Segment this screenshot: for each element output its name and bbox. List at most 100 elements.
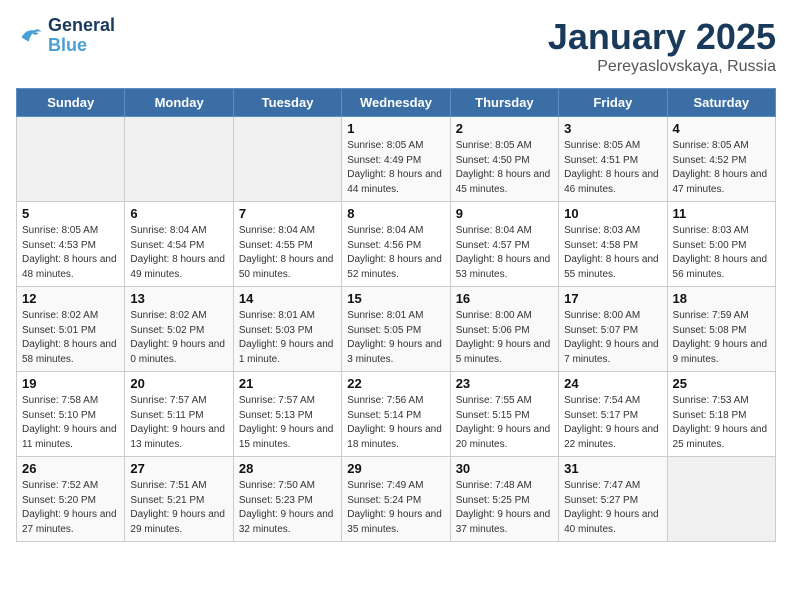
weekday-header: Friday xyxy=(559,89,667,117)
day-number: 10 xyxy=(564,206,661,221)
calendar-subtitle: Pereyaslovskaya, Russia xyxy=(548,58,776,76)
calendar-cell: 19Sunrise: 7:58 AMSunset: 5:10 PMDayligh… xyxy=(17,372,125,457)
calendar-cell: 25 Sunrise: 7:53 AMSunset: 5:18 PMDayligh… xyxy=(667,372,775,457)
calendar-body: 1 Sunrise: 8:05 AMSunset: 4:49 PMDaylight… xyxy=(17,117,776,542)
calendar-cell: 15Sunrise: 8:01 AMSunset: 5:05 PMDayligh… xyxy=(342,287,450,372)
day-info: Sunrise: 8:05 AMSunset: 4:51 PMDaylight:… xyxy=(564,139,661,197)
calendar-cell: 2Sunrise: 8:05 AMSunset: 4:50 PMDaylight… xyxy=(450,117,558,202)
day-info: Sunrise: 7:54 AMSunset: 5:17 PMDaylight:… xyxy=(564,394,661,452)
day-number: 12 xyxy=(22,291,119,306)
day-info: Sunrise: 8:03 AMSunset: 4:58 PMDaylight:… xyxy=(564,224,661,282)
day-number: 13 xyxy=(130,291,227,306)
calendar-cell: 21Sunrise: 7:57 AMSunset: 5:13 PMDayligh… xyxy=(233,372,341,457)
day-info: Sunrise: 7:56 AMSunset: 5:14 PMDaylight:… xyxy=(347,394,444,452)
logo-line1: General xyxy=(48,16,115,36)
calendar-cell: 24 Sunrise: 7:54 AMSunset: 5:17 PMDayligh… xyxy=(559,372,667,457)
day-number: 25 xyxy=(673,376,770,391)
day-info: Sunrise: 7:57 AMSunset: 5:11 PMDaylight:… xyxy=(130,394,227,452)
day-info: Sunrise: 8:01 AMSunset: 5:03 PMDaylight:… xyxy=(239,309,336,367)
day-number: 8 xyxy=(347,206,444,221)
day-info: Sunrise: 7:48 AMSunset: 5:25 PMDaylight:… xyxy=(456,479,553,537)
calendar-cell: 1 Sunrise: 8:05 AMSunset: 4:49 PMDaylight… xyxy=(342,117,450,202)
day-number: 5 xyxy=(22,206,119,221)
day-number: 11 xyxy=(673,206,770,221)
day-info: Sunrise: 7:53 AMSunset: 5:18 PMDaylight:… xyxy=(673,394,770,452)
title-block: January 2025 Pereyaslovskaya, Russia xyxy=(548,16,776,76)
calendar-cell: 30 Sunrise: 7:48 AMSunset: 5:25 PMDayligh… xyxy=(450,457,558,542)
calendar-cell: 10 Sunrise: 8:03 AMSunset: 4:58 PMDayligh… xyxy=(559,202,667,287)
day-number: 30 xyxy=(456,461,553,476)
day-info: Sunrise: 8:05 AMSunset: 4:52 PMDaylight:… xyxy=(673,139,770,197)
day-number: 9 xyxy=(456,206,553,221)
calendar-cell: 28 Sunrise: 7:50 AMSunset: 5:23 PMDayligh… xyxy=(233,457,341,542)
calendar-cell: 3 Sunrise: 8:05 AMSunset: 4:51 PMDaylight… xyxy=(559,117,667,202)
calendar-cell xyxy=(17,117,125,202)
day-info: Sunrise: 8:03 AMSunset: 5:00 PMDaylight:… xyxy=(673,224,770,282)
calendar-cell: 23 Sunrise: 7:55 AMSunset: 5:15 PMDayligh… xyxy=(450,372,558,457)
day-number: 15 xyxy=(347,291,444,306)
day-info: Sunrise: 8:05 AMSunset: 4:50 PMDaylight:… xyxy=(456,139,553,197)
weekday-header: Saturday xyxy=(667,89,775,117)
logo-line2: Blue xyxy=(48,36,115,56)
calendar-week-row: 26 Sunrise: 7:52 AMSunset: 5:20 PMDayligh… xyxy=(17,457,776,542)
calendar-cell: 9Sunrise: 8:04 AMSunset: 4:57 PMDaylight… xyxy=(450,202,558,287)
calendar-cell: 17Sunrise: 8:00 AMSunset: 5:07 PMDayligh… xyxy=(559,287,667,372)
day-info: Sunrise: 8:05 AMSunset: 4:53 PMDaylight:… xyxy=(22,224,119,282)
weekday-header: Thursday xyxy=(450,89,558,117)
day-info: Sunrise: 8:02 AMSunset: 5:01 PMDaylight:… xyxy=(22,309,119,367)
weekday-header: Monday xyxy=(125,89,233,117)
weekday-header: Tuesday xyxy=(233,89,341,117)
calendar-cell: 5 Sunrise: 8:05 AMSunset: 4:53 PMDaylight… xyxy=(17,202,125,287)
day-number: 21 xyxy=(239,376,336,391)
day-number: 22 xyxy=(347,376,444,391)
day-number: 17 xyxy=(564,291,661,306)
calendar-cell: 4 Sunrise: 8:05 AMSunset: 4:52 PMDaylight… xyxy=(667,117,775,202)
day-number: 1 xyxy=(347,121,444,136)
calendar-cell: 20 Sunrise: 7:57 AMSunset: 5:11 PMDayligh… xyxy=(125,372,233,457)
day-info: Sunrise: 8:05 AMSunset: 4:49 PMDaylight:… xyxy=(347,139,444,197)
day-number: 18 xyxy=(673,291,770,306)
calendar-week-row: 5 Sunrise: 8:05 AMSunset: 4:53 PMDaylight… xyxy=(17,202,776,287)
day-number: 23 xyxy=(456,376,553,391)
calendar-cell: 22 Sunrise: 7:56 AMSunset: 5:14 PMDayligh… xyxy=(342,372,450,457)
calendar-title: January 2025 xyxy=(548,16,776,58)
calendar-week-row: 1 Sunrise: 8:05 AMSunset: 4:49 PMDaylight… xyxy=(17,117,776,202)
day-number: 7 xyxy=(239,206,336,221)
day-number: 3 xyxy=(564,121,661,136)
calendar-table: SundayMondayTuesdayWednesdayThursdayFrid… xyxy=(16,88,776,542)
page-header: General Blue January 2025 Pereyaslovskay… xyxy=(16,16,776,76)
calendar-cell: 11 Sunrise: 8:03 AMSunset: 5:00 PMDayligh… xyxy=(667,202,775,287)
day-number: 6 xyxy=(130,206,227,221)
day-number: 27 xyxy=(130,461,227,476)
day-number: 28 xyxy=(239,461,336,476)
day-info: Sunrise: 7:50 AMSunset: 5:23 PMDaylight:… xyxy=(239,479,336,537)
calendar-header: SundayMondayTuesdayWednesdayThursdayFrid… xyxy=(17,89,776,117)
day-info: Sunrise: 8:00 AMSunset: 5:06 PMDaylight:… xyxy=(456,309,553,367)
day-number: 24 xyxy=(564,376,661,391)
calendar-cell: 29Sunrise: 7:49 AMSunset: 5:24 PMDayligh… xyxy=(342,457,450,542)
day-number: 26 xyxy=(22,461,119,476)
calendar-cell: 6 Sunrise: 8:04 AMSunset: 4:54 PMDaylight… xyxy=(125,202,233,287)
weekday-row: SundayMondayTuesdayWednesdayThursdayFrid… xyxy=(17,89,776,117)
day-number: 31 xyxy=(564,461,661,476)
day-number: 4 xyxy=(673,121,770,136)
calendar-cell: 8Sunrise: 8:04 AMSunset: 4:56 PMDaylight… xyxy=(342,202,450,287)
calendar-cell: 13Sunrise: 8:02 AMSunset: 5:02 PMDayligh… xyxy=(125,287,233,372)
day-number: 19 xyxy=(22,376,119,391)
calendar-cell: 14Sunrise: 8:01 AMSunset: 5:03 PMDayligh… xyxy=(233,287,341,372)
calendar-cell: 12 Sunrise: 8:02 AMSunset: 5:01 PMDayligh… xyxy=(17,287,125,372)
day-info: Sunrise: 8:04 AMSunset: 4:54 PMDaylight:… xyxy=(130,224,227,282)
day-info: Sunrise: 7:47 AMSunset: 5:27 PMDaylight:… xyxy=(564,479,661,537)
day-info: Sunrise: 7:52 AMSunset: 5:20 PMDaylight:… xyxy=(22,479,119,537)
calendar-cell: 16 Sunrise: 8:00 AMSunset: 5:06 PMDayligh… xyxy=(450,287,558,372)
day-info: Sunrise: 7:51 AMSunset: 5:21 PMDaylight:… xyxy=(130,479,227,537)
day-number: 29 xyxy=(347,461,444,476)
day-number: 20 xyxy=(130,376,227,391)
weekday-header: Wednesday xyxy=(342,89,450,117)
logo: General Blue xyxy=(16,16,115,56)
day-info: Sunrise: 7:55 AMSunset: 5:15 PMDaylight:… xyxy=(456,394,553,452)
calendar-cell xyxy=(125,117,233,202)
day-info: Sunrise: 8:04 AMSunset: 4:55 PMDaylight:… xyxy=(239,224,336,282)
day-number: 16 xyxy=(456,291,553,306)
day-info: Sunrise: 7:59 AMSunset: 5:08 PMDaylight:… xyxy=(673,309,770,367)
